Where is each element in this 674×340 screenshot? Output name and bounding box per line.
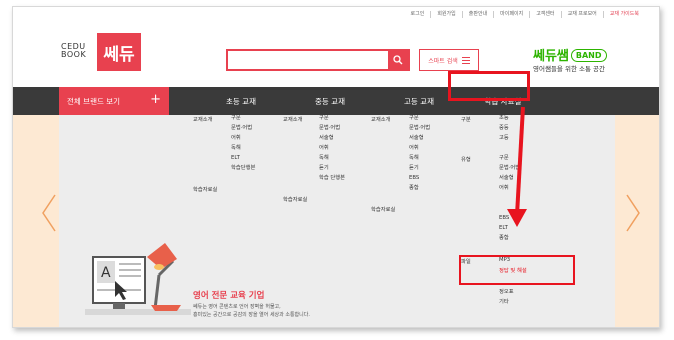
c1-item[interactable]: 독해 <box>231 145 241 151</box>
c3-item[interactable]: 서술형 <box>409 135 424 141</box>
c2-item[interactable]: 독해 <box>319 155 329 161</box>
c3-label: 교재소개 <box>371 117 391 123</box>
c1-item[interactable]: 구문 <box>231 115 241 121</box>
util-mypage[interactable]: 마이페이지 <box>493 11 529 18</box>
c4-item[interactable]: 종합 <box>499 235 509 241</box>
nav-elementary[interactable]: 초등 교재 <box>209 87 273 115</box>
nav-high[interactable]: 고등 교재 <box>387 87 451 115</box>
smart-search-label: 스마트 검색 <box>428 57 458 65</box>
c2-item[interactable]: 어휘 <box>319 145 329 151</box>
utility-links: 로그인 회원가입 출판안내 마이페이지 고객센터 교재 프로모어 교재 가이드북 <box>405 11 645 18</box>
c2-item[interactable]: 듣기 <box>319 165 329 171</box>
brand-logo[interactable]: 쎄듀 <box>97 33 141 71</box>
c1-item[interactable]: ELT <box>231 155 240 161</box>
c1-item[interactable]: 문법·어법 <box>231 125 252 131</box>
util-guidebook[interactable]: 교재 가이드북 <box>602 11 645 18</box>
c3-item[interactable]: 어휘 <box>409 145 419 151</box>
c1-item[interactable]: 어휘 <box>231 135 241 141</box>
util-support[interactable]: 고객센터 <box>529 11 560 18</box>
c1-label2[interactable]: 학습자료실 <box>193 185 217 193</box>
c4-item-errata[interactable]: 정오표 <box>499 289 514 295</box>
promo-description: 쎄듀는 영어 콘텐츠로 언어 장벽을 허물고, 흥미있는 공간으로 공감의 장을… <box>193 303 363 319</box>
band-pill: BAND <box>570 49 607 62</box>
c4-label-category: 구분 <box>461 117 471 123</box>
c3-item[interactable]: 종합 <box>409 185 419 191</box>
c2-item[interactable]: 학습 단행본 <box>319 175 345 181</box>
annotation-arrow <box>507 106 527 227</box>
screenshot-frame: 로그인 회원가입 출판안내 마이페이지 고객센터 교재 프로모어 교재 가이드북… <box>0 0 674 340</box>
promo-desc-line1: 쎄듀는 영어 콘텐츠로 언어 장벽을 허물고, <box>193 304 281 310</box>
c3-item[interactable]: 듣기 <box>409 165 419 171</box>
promo-headline: 영어 전문 교육 기업 <box>193 291 265 301</box>
smart-search-button[interactable]: 스마트 검색 <box>419 49 479 71</box>
util-login[interactable]: 로그인 <box>405 11 431 18</box>
search-icon <box>393 55 403 65</box>
logo-book-line: BOOK <box>61 50 87 59</box>
resources-highlight-box <box>448 71 530 101</box>
c3-item[interactable]: 구문 <box>409 115 419 121</box>
cedu-book-logo[interactable]: CEDU BOOK <box>61 43 86 59</box>
lamp-monitor-illustration: A <box>85 243 191 315</box>
page-window: 로그인 회원가입 출판안내 마이페이지 고객센터 교재 프로모어 교재 가이드북… <box>12 6 660 328</box>
all-brands-label: 전체 브랜드 보기 <box>67 96 121 106</box>
c3-item[interactable]: EBS <box>409 175 419 181</box>
promo-desc-line2: 흥미있는 공간으로 공감의 장을 열어 세상과 소통합니다. <box>193 312 310 318</box>
svg-text:A: A <box>101 265 111 281</box>
search-button[interactable] <box>388 51 408 69</box>
c2-label: 교재소개 <box>283 117 303 123</box>
plus-icon: + <box>150 92 161 107</box>
c1-label: 교재소개 <box>193 117 213 123</box>
band-logo[interactable]: 쎄듀쌤 BAND <box>533 45 607 64</box>
c2-label2[interactable]: 학습자료실 <box>283 195 307 203</box>
c3-item[interactable]: 독해 <box>409 155 419 161</box>
c3-label2[interactable]: 학습자료실 <box>371 205 395 213</box>
file-highlight-box <box>459 255 575 285</box>
util-publish[interactable]: 출판안내 <box>461 11 493 18</box>
c2-item[interactable]: 구문 <box>319 115 329 121</box>
util-promo[interactable]: 교재 프로모어 <box>560 11 603 18</box>
c4-item-etc[interactable]: 기타 <box>499 299 509 305</box>
chevron-left-icon[interactable] <box>39 193 59 233</box>
c3-item[interactable]: 문법·어법 <box>409 125 430 131</box>
c4-label-type: 유형 <box>461 157 471 163</box>
chevron-right-icon[interactable] <box>623 193 643 233</box>
main-nav: 전체 브랜드 보기 + 초등 교재 중등 교재 고등 교재 학습 자료실 <box>13 87 659 115</box>
menu-icon <box>461 56 470 64</box>
band-subtitle: 영어쌤들을 위한 소통 공간 <box>533 65 605 73</box>
c2-item[interactable]: 서술형 <box>319 135 334 141</box>
c1-item[interactable]: 학습단행본 <box>231 165 255 171</box>
search-box <box>226 49 410 71</box>
all-brands-button[interactable]: 전체 브랜드 보기 + <box>59 87 169 115</box>
util-signup[interactable]: 회원가입 <box>430 11 461 18</box>
search-input[interactable] <box>228 51 388 69</box>
c2-item[interactable]: 문법·어법 <box>319 125 340 131</box>
nav-middle[interactable]: 중등 교재 <box>298 87 362 115</box>
band-title-text: 쎄듀쌤 <box>533 49 569 64</box>
